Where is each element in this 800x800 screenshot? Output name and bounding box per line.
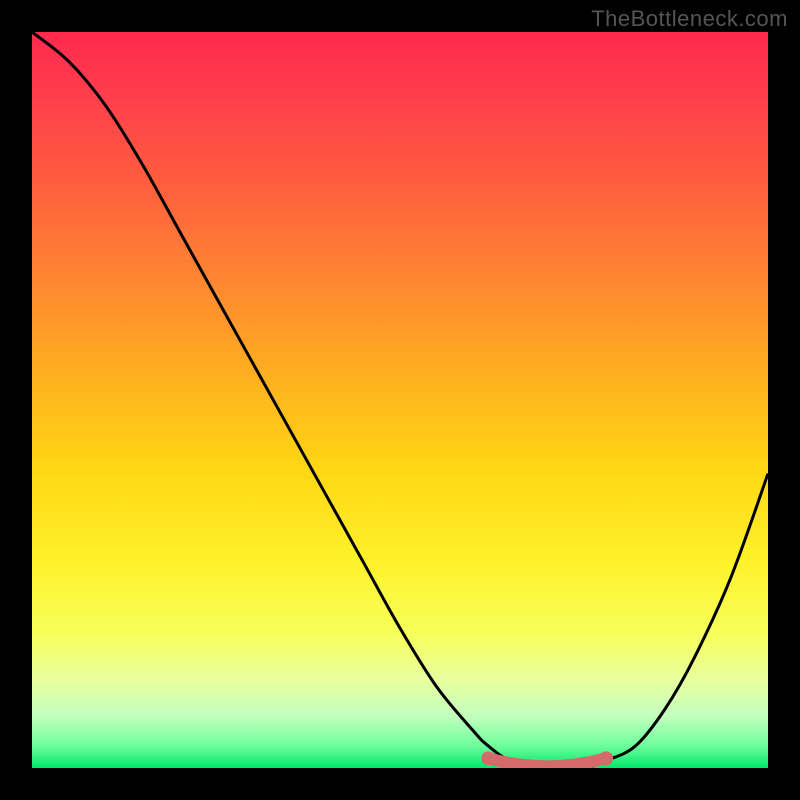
curve-line [32,32,768,768]
optimal-range-end-dot [599,751,613,765]
bottleneck-curve [32,32,768,768]
optimal-range-highlight [488,758,606,766]
watermark-text: TheBottleneck.com [591,6,788,32]
chart-frame: TheBottleneck.com [0,0,800,800]
optimal-range-start-dot [481,751,495,765]
plot-area [32,32,768,768]
